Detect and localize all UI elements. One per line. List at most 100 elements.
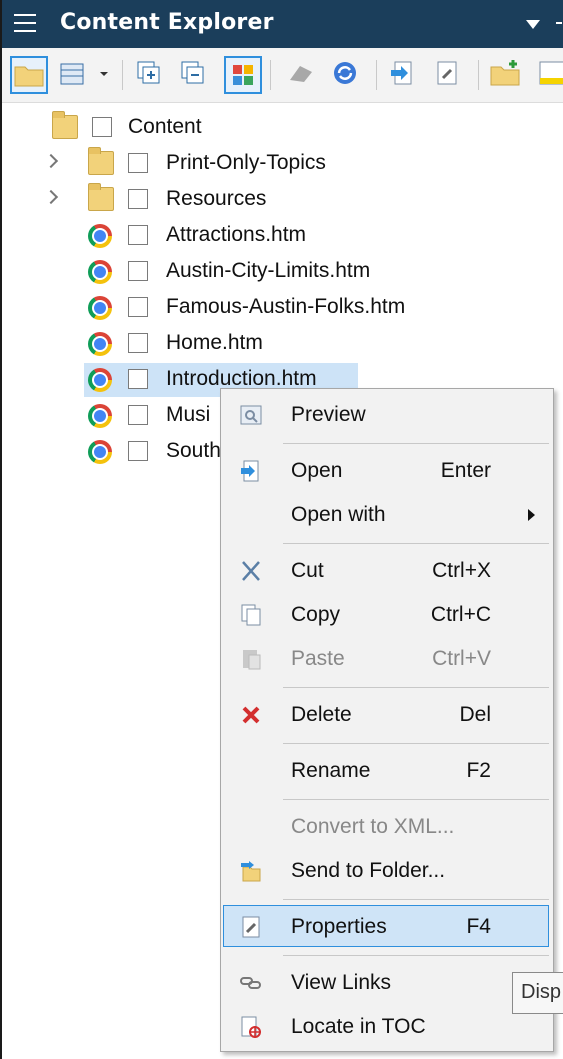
tree-checkbox[interactable]: [128, 333, 148, 353]
tree-item[interactable]: Famous-Austin-Folks.htm: [2, 291, 563, 325]
hamburger-menu-icon[interactable]: [14, 14, 36, 34]
properties-icon: [242, 916, 260, 938]
collapse-all-icon: [181, 61, 204, 84]
chevron-right-icon[interactable]: [43, 153, 59, 169]
tree-root-label: Content: [128, 115, 202, 138]
highlight-button[interactable]: [534, 56, 563, 94]
context-menu: Preview Open Enter Open with Cut Ctrl+X …: [220, 388, 554, 1052]
preview-icon: [240, 405, 262, 425]
tree-checkbox[interactable]: [92, 117, 112, 137]
menu-item-send-to-folder[interactable]: Send to Folder...: [221, 849, 553, 893]
browser-file-icon: [88, 332, 112, 356]
folder-view-button[interactable]: [10, 56, 48, 94]
tree-item-label: Attractions.htm: [166, 223, 307, 246]
tree-item[interactable]: Austin-City-Limits.htm: [2, 255, 563, 289]
browser-file-icon: [88, 404, 112, 428]
tree-item-label: Print-Only-Topics: [166, 151, 326, 174]
panel-pin-icon[interactable]: [556, 22, 562, 24]
bind-button[interactable]: [284, 56, 322, 94]
menu-item-delete[interactable]: Delete Del: [221, 693, 553, 737]
browser-file-icon: [88, 296, 112, 320]
folder-icon: [88, 183, 114, 211]
menu-item-convert-to-xml[interactable]: Convert to XML...: [221, 805, 553, 849]
browser-file-icon: [88, 224, 112, 248]
tree-item-label: Musi: [166, 403, 211, 426]
collapse-all-button[interactable]: [176, 56, 214, 94]
link-icon: [240, 977, 261, 989]
menu-item-label: Convert to XML...: [291, 815, 455, 838]
folder-icon: [14, 66, 44, 87]
chevron-down-icon: [100, 72, 108, 76]
tree-checkbox[interactable]: [128, 405, 148, 425]
menu-item-label: View Links: [291, 971, 391, 994]
table-view-icon: [60, 63, 84, 85]
open-file-icon: [241, 460, 259, 482]
tree-item[interactable]: Attractions.htm: [2, 219, 563, 253]
tree-item-label: Austin-City-Limits.htm: [166, 259, 371, 282]
table-view-button[interactable]: [56, 56, 94, 94]
content-explorer-panel: Content Explorer Content Print-Only-Topi…: [0, 0, 563, 1059]
menu-item-label: Open: [291, 459, 343, 482]
refresh-icon: [334, 62, 356, 84]
tree-item[interactable]: Resources: [2, 183, 563, 217]
menu-item-properties[interactable]: Properties F4: [221, 905, 553, 949]
delete-x-icon: [242, 706, 260, 724]
tree-checkbox[interactable]: [128, 297, 148, 317]
browser-file-icon: [88, 440, 112, 464]
menu-item-label: Delete: [291, 703, 352, 726]
tree-checkbox[interactable]: [128, 441, 148, 461]
menu-item-label: Properties: [291, 915, 387, 938]
refresh-button[interactable]: [328, 56, 366, 94]
menu-item-shortcut: Ctrl+C: [430, 603, 491, 626]
open-file-button[interactable]: [386, 56, 424, 94]
bind-icon: [290, 66, 312, 82]
menu-item-shortcut: F2: [466, 759, 491, 782]
menu-item-label: Rename: [291, 759, 371, 782]
menu-item-open-with[interactable]: Open with: [221, 493, 553, 537]
locate-in-toc-icon: [241, 1016, 261, 1038]
menu-item-label: Cut: [291, 559, 324, 582]
menu-item-label: Locate in TOC: [291, 1015, 426, 1038]
new-folder-button[interactable]: [488, 56, 526, 94]
paste-icon: [243, 650, 261, 670]
menu-item-label: Open with: [291, 503, 386, 526]
highlight-icon: [539, 61, 563, 85]
view-dropdown-button[interactable]: [94, 56, 116, 94]
menu-item-paste[interactable]: Paste Ctrl+V: [221, 637, 553, 681]
open-file-icon: [391, 61, 412, 85]
submenu-arrow-icon: [528, 509, 535, 521]
properties-icon: [437, 61, 457, 85]
expand-all-icon: [137, 61, 160, 84]
menu-item-label: Send to Folder...: [291, 859, 446, 882]
panel-title: Content Explorer: [60, 10, 274, 35]
menu-item-locate-in-toc[interactable]: Locate in TOC: [221, 1005, 553, 1049]
tree-checkbox[interactable]: [128, 369, 148, 389]
menu-item-shortcut: Del: [459, 703, 491, 726]
color-grid-button[interactable]: [224, 56, 262, 94]
menu-item-copy[interactable]: Copy Ctrl+C: [221, 593, 553, 637]
properties-toolbar-button[interactable]: [430, 56, 468, 94]
tree-item[interactable]: Print-Only-Topics: [2, 147, 563, 181]
tree-checkbox[interactable]: [128, 189, 148, 209]
browser-file-icon: [88, 368, 112, 392]
menu-item-cut[interactable]: Cut Ctrl+X: [221, 549, 553, 593]
menu-item-preview[interactable]: Preview: [221, 393, 553, 437]
folder-icon: [88, 147, 114, 175]
chevron-right-icon[interactable]: [43, 189, 59, 205]
tree-root[interactable]: Content: [2, 111, 563, 145]
browser-file-icon: [88, 260, 112, 284]
menu-item-shortcut: Enter: [440, 459, 491, 482]
tree-checkbox[interactable]: [128, 225, 148, 245]
scissors-icon: [242, 561, 260, 581]
panel-dropdown-icon[interactable]: [526, 20, 540, 29]
menu-item-shortcut: F4: [466, 915, 491, 938]
menu-item-open[interactable]: Open Enter: [221, 449, 553, 493]
tree-checkbox[interactable]: [128, 153, 148, 173]
expand-all-button[interactable]: [132, 56, 170, 94]
tree-item[interactable]: Home.htm: [2, 327, 563, 361]
tooltip: Disp: [512, 972, 563, 1014]
menu-item-view-links[interactable]: View Links: [221, 961, 553, 1005]
menu-item-rename[interactable]: Rename F2: [221, 749, 553, 793]
tree-item-label: Home.htm: [166, 331, 263, 354]
tree-checkbox[interactable]: [128, 261, 148, 281]
